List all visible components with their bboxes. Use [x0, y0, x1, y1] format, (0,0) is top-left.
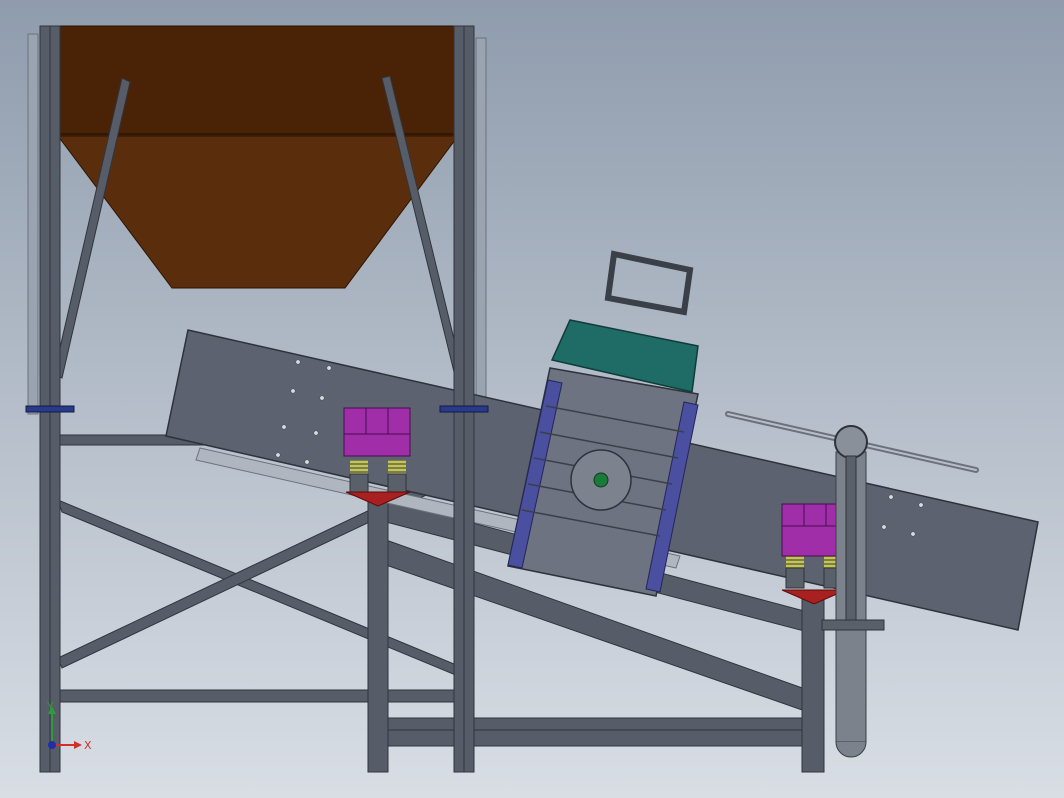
triad-origin: [48, 741, 56, 749]
right-leg: [801, 589, 825, 773]
feed-hopper: [57, 25, 459, 289]
column-plate-right: [439, 405, 489, 413]
beam-lower: [57, 689, 459, 703]
cad-viewport[interactable]: X Y: [0, 0, 1064, 798]
base-beam: [385, 717, 807, 747]
coordinate-triad: X Y: [46, 700, 92, 752]
mid-leg: [367, 489, 389, 773]
pipe-clamp: [834, 425, 868, 459]
motor-shaft: [593, 472, 609, 488]
y-axis-label: Y: [46, 700, 54, 713]
pipe-bracket: [821, 619, 885, 631]
rear-leg-left: [27, 33, 39, 415]
x-axis-label: X: [84, 739, 92, 752]
vibrating-screen-assembly-model[interactable]: X Y: [0, 0, 1064, 798]
damper-pad-left: [343, 407, 411, 457]
cross-brace-a: [57, 499, 459, 677]
motor-lift-frame: [604, 250, 694, 316]
rear-leg-right: [475, 37, 487, 411]
column-plate-left: [25, 405, 75, 413]
